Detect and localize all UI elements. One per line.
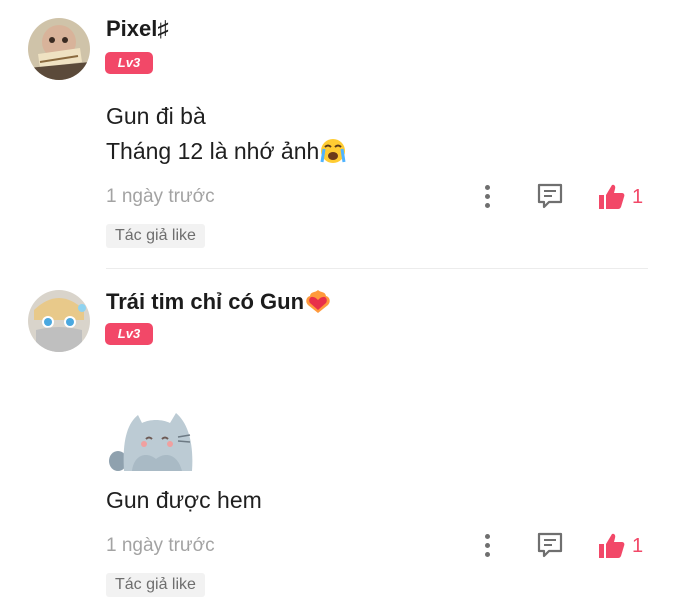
author-like-tag: Tác giả like	[106, 573, 205, 597]
comment-icon	[537, 183, 563, 209]
level-badge: Lv3	[105, 52, 153, 74]
more-vertical-icon	[484, 533, 490, 539]
reply-button[interactable]	[535, 181, 565, 211]
author-like-tag: Tác giả like	[106, 224, 205, 248]
loudly-crying-face-icon	[319, 138, 347, 170]
more-options-button[interactable]	[476, 181, 498, 211]
timestamp: 1 ngày trước	[106, 535, 215, 556]
comment-item: Trái tim chỉ có Gun Lv3 Gun được hem 1 n…	[0, 269, 675, 600]
timestamp: 1 ngày trước	[106, 186, 215, 207]
reply-button[interactable]	[535, 530, 565, 560]
like-button[interactable]: 1	[596, 530, 643, 562]
avatar[interactable]	[28, 18, 90, 80]
comment-icon	[537, 532, 563, 558]
like-button[interactable]: 1	[596, 181, 643, 213]
comment-text-line: Tháng 12 là nhớ ảnh	[106, 138, 347, 170]
like-count: 1	[632, 185, 644, 208]
thumbs-up-icon	[599, 184, 625, 209]
heart-on-fire-icon	[304, 288, 332, 320]
more-options-button[interactable]	[476, 530, 498, 560]
like-count: 1	[632, 534, 644, 557]
comment-text-line: Gun đi bà	[106, 103, 206, 129]
level-badge: Lv3	[105, 323, 153, 345]
avatar[interactable]	[28, 290, 90, 352]
more-vertical-icon	[484, 184, 490, 190]
comment-item: Pixel♯ Lv3 Gun đi bà Tháng 12 là nhớ ảnh…	[0, 0, 675, 268]
username[interactable]: Pixel♯	[106, 16, 168, 42]
comment-text-line: Gun được hem	[106, 487, 262, 513]
thumbs-up-icon	[599, 533, 625, 558]
comment-text: Tháng 12 là nhớ ảnh	[106, 138, 320, 164]
username[interactable]: Trái tim chỉ có Gun	[106, 288, 332, 320]
cat-sticker	[106, 409, 198, 473]
